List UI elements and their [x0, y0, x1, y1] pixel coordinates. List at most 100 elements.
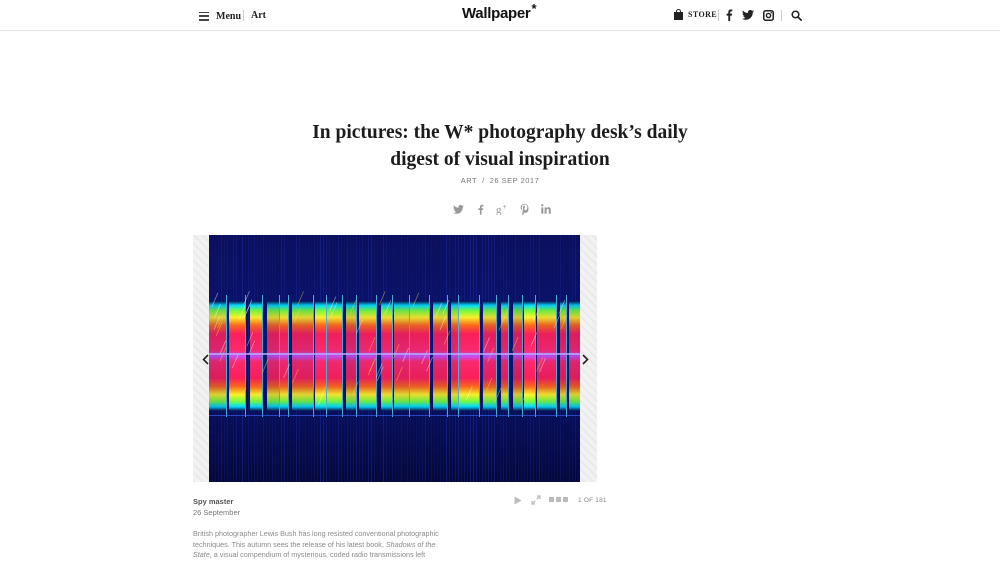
spectrogram-noise — [263, 235, 264, 482]
spectrogram-noise — [380, 235, 381, 482]
gallery-controls: 1 OF 181 — [513, 495, 607, 505]
spectrogram-edge — [556, 295, 557, 417]
share-bar: g + — [452, 203, 552, 215]
spectrogram-edge — [356, 295, 357, 417]
spectrogram-edge — [566, 295, 567, 417]
top-navigation-bar: Menu Art Wallpaper* STORE — [0, 0, 1000, 31]
article-title: In pictures: the W* photography desk’s d… — [312, 122, 688, 170]
play-icon[interactable] — [513, 495, 523, 505]
spectrogram-band — [280, 301, 288, 411]
spectrogram-noise — [227, 235, 228, 482]
spectrogram-edge — [522, 295, 523, 417]
spectrogram-band — [537, 301, 556, 411]
spectrogram-edge — [535, 295, 536, 417]
page: Menu Art Wallpaper* STORE In pictures: t… — [0, 0, 1000, 561]
spectrogram-edge — [376, 295, 377, 417]
twitter-icon[interactable] — [741, 8, 755, 22]
spectrogram-band — [315, 301, 326, 411]
gallery-image-spectrogram[interactable] — [209, 235, 580, 482]
spectrogram-edge — [342, 295, 343, 417]
spectrogram-edge — [279, 295, 280, 417]
pinterest-icon[interactable] — [518, 203, 530, 215]
spectrogram-graphic — [209, 235, 580, 482]
header-divider — [718, 10, 719, 21]
hamburger-icon — [199, 11, 209, 21]
article-category[interactable]: ART — [461, 176, 477, 185]
store-button[interactable]: STORE — [674, 9, 717, 20]
spectrogram-band — [292, 301, 313, 411]
previous-image-arrow-icon[interactable] — [200, 353, 210, 365]
instagram-icon[interactable] — [761, 8, 775, 22]
spectrogram-noise — [512, 235, 513, 482]
spectrogram-noise — [248, 235, 249, 482]
spectrogram-noise — [536, 235, 537, 482]
article-date: 26 SEP 2017 — [489, 176, 540, 185]
spectrogram-edge — [288, 295, 289, 417]
spectrogram-edge — [313, 295, 314, 417]
spectrogram-noise — [290, 235, 291, 482]
facebook-icon[interactable] — [474, 203, 486, 215]
spectrogram-noise — [449, 235, 450, 482]
menu-button[interactable]: Menu — [199, 9, 241, 23]
nav-divider — [243, 10, 244, 21]
spectrogram-band — [250, 301, 262, 411]
spectrogram-band — [513, 301, 522, 411]
spectrogram-band — [483, 301, 496, 411]
article-body: British photographer Lewis Bush has long… — [193, 529, 443, 561]
spectrogram-edge — [429, 295, 430, 417]
spectrogram-noise — [557, 235, 558, 482]
spectrogram-band — [327, 301, 342, 411]
facebook-icon[interactable] — [722, 8, 736, 22]
twitter-icon[interactable] — [452, 203, 464, 215]
section-link-art[interactable]: Art — [251, 10, 266, 21]
spectrogram-band — [381, 301, 392, 411]
spectrogram-noise — [500, 235, 501, 482]
spectrogram-edge — [226, 295, 227, 417]
spectrogram-edge — [392, 295, 393, 417]
site-logo[interactable]: Wallpaper* — [462, 1, 536, 22]
logo-text: Wallpaper — [462, 5, 531, 22]
spectrogram-edge — [458, 295, 459, 417]
svg-text:g: g — [496, 204, 502, 215]
spectrogram-noise — [482, 235, 483, 482]
spectrogram-band — [451, 301, 458, 411]
spectrogram-band — [560, 301, 566, 411]
fullscreen-icon[interactable] — [531, 495, 541, 505]
spectrogram-band — [359, 301, 376, 411]
spectrogram-band — [229, 301, 245, 411]
spectrogram-band — [394, 301, 409, 411]
article-meta: ART / 26 SEP 2017 — [400, 176, 600, 185]
spectrogram-noise — [344, 235, 345, 482]
spectrogram-band — [346, 301, 356, 411]
spectrogram-noise — [266, 235, 267, 482]
caption-date: 26 September — [193, 508, 241, 517]
header-divider — [781, 10, 782, 21]
spectrogram-edge — [409, 295, 410, 417]
image-gallery — [193, 235, 597, 482]
shopping-bag-icon — [674, 9, 683, 20]
menu-label: Menu — [216, 10, 241, 22]
meta-separator: / — [482, 176, 485, 185]
logo-mark: * — [531, 1, 537, 16]
search-icon[interactable] — [789, 8, 803, 22]
spectrogram-noise — [314, 235, 315, 482]
spectrogram-noise — [497, 235, 498, 482]
spectrogram-band — [569, 301, 580, 411]
spectrogram-band — [209, 301, 226, 411]
linkedin-icon[interactable] — [540, 203, 552, 215]
spectrogram-noise — [377, 235, 378, 482]
next-image-arrow-icon[interactable] — [580, 353, 590, 365]
spectrogram-band — [410, 301, 429, 411]
google-plus-icon[interactable]: g + — [496, 203, 508, 215]
grid-view-icon[interactable] — [549, 495, 568, 505]
spectrogram-edge — [508, 295, 509, 417]
spectrogram-edge — [326, 295, 327, 417]
caption-title: Spy master — [193, 497, 234, 506]
store-label: STORE — [688, 10, 717, 19]
spectrogram-edge — [447, 295, 448, 417]
spectrogram-noise — [509, 235, 510, 482]
svg-text:+: + — [503, 204, 507, 211]
spectrogram-edge — [262, 295, 263, 417]
spectrogram-edge — [479, 295, 480, 417]
gallery-counter: 1 OF 181 — [578, 496, 607, 504]
